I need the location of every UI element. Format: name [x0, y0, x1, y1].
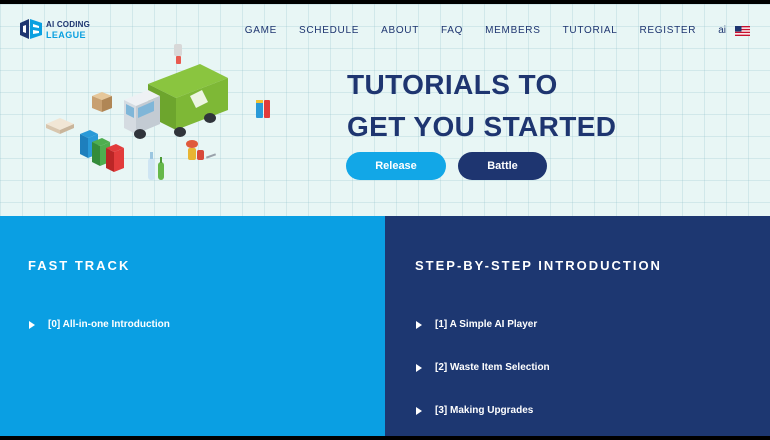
nav-register[interactable]: REGISTER — [639, 25, 696, 36]
play-triangle-icon — [416, 406, 422, 415]
ai-coding-league-logo-icon — [20, 19, 42, 39]
page: AI CODING LEAGUE GAME SCHEDULE ABOUT FAQ… — [0, 4, 770, 436]
nav-about[interactable]: ABOUT — [381, 25, 419, 36]
tutorial-link-label: [1] A Simple AI Player — [435, 319, 538, 330]
nav-faq[interactable]: FAQ — [441, 25, 463, 36]
tutorial-link-label: [2] Waste Item Selection — [435, 362, 550, 373]
play-triangle-icon — [416, 363, 422, 372]
play-triangle-icon — [416, 320, 422, 329]
tutorial-link-0[interactable]: [0] All-in-one Introduction — [29, 319, 170, 330]
nav-game[interactable]: GAME — [245, 25, 277, 36]
tutorial-link-label: [3] Making Upgrades — [435, 405, 534, 416]
nav-tutorial[interactable]: TUTORIAL — [563, 25, 618, 36]
title-line2: GET YOU STARTED — [347, 111, 617, 142]
step-by-step-panel: STEP-BY-STEP INTRODUCTION [1] A Simple A… — [385, 216, 770, 436]
tutorial-link-3[interactable]: [3] Making Upgrades — [416, 405, 533, 416]
battle-button[interactable]: Battle — [458, 152, 547, 180]
logo-line1: AI CODING — [46, 20, 91, 29]
language-selector[interactable]: ai — [718, 25, 726, 36]
fast-track-title: FAST TRACK — [28, 258, 131, 273]
us-flag-icon[interactable] — [735, 25, 750, 36]
main-nav: GAME SCHEDULE ABOUT FAQ MEMBERS TUTORIAL… — [223, 25, 750, 36]
nav-schedule[interactable]: SCHEDULE — [299, 25, 359, 36]
garbage-truck-recycling-illustration — [46, 44, 270, 180]
tutorial-link-1[interactable]: [1] A Simple AI Player — [416, 319, 537, 330]
nav-members[interactable]: MEMBERS — [485, 25, 540, 36]
page-title: TUTORIALS TO GET YOU STARTED — [347, 64, 616, 148]
tutorial-link-2[interactable]: [2] Waste Item Selection — [416, 362, 550, 373]
hero-section: AI CODING LEAGUE GAME SCHEDULE ABOUT FAQ… — [0, 4, 770, 216]
tutorial-link-label: [0] All-in-one Introduction — [48, 319, 170, 330]
title-line1: TUTORIALS TO — [347, 69, 558, 100]
play-triangle-icon — [29, 320, 35, 329]
release-button[interactable]: Release — [346, 152, 446, 180]
fast-track-panel: FAST TRACK [0] All-in-one Introduction — [0, 216, 385, 436]
step-by-step-title: STEP-BY-STEP INTRODUCTION — [415, 258, 662, 273]
